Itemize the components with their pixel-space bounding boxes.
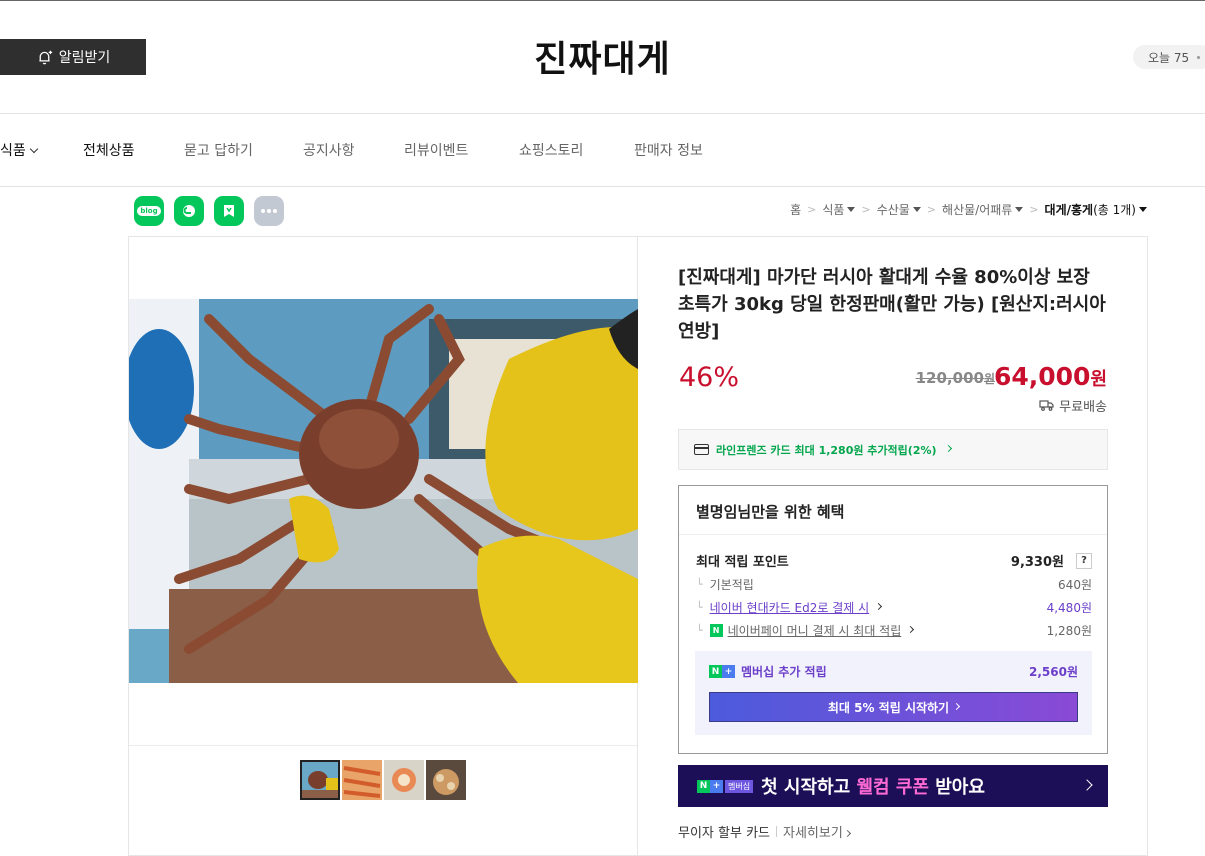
chevron-right-icon bbox=[1081, 779, 1093, 791]
npay-money-link[interactable]: 네이버페이 머니 결제 시 최대 적립 bbox=[728, 622, 902, 639]
product-main-photo[interactable] bbox=[129, 299, 638, 683]
membership-start-button[interactable]: 최대 5% 적립 시작하기 bbox=[709, 692, 1078, 722]
truck-icon bbox=[1039, 400, 1054, 411]
dot-icon bbox=[1197, 55, 1201, 59]
delivery-label: 무료배송 bbox=[1059, 400, 1107, 415]
membership-promo-banner[interactable]: N + 멤버십 첫 시작하고 웰컴 쿠폰 받아요 bbox=[678, 765, 1108, 807]
benefit-title: 별명임님만을 위한 혜택 bbox=[696, 503, 845, 521]
breadcrumb-separator-icon: > bbox=[1029, 203, 1039, 216]
npay-icon: N bbox=[709, 624, 723, 637]
dropdown-icon bbox=[847, 207, 856, 212]
npay-money-row: └ N 네이버페이 머니 결제 시 최대 적립 1,280원 bbox=[696, 622, 1092, 639]
npay-money-value: 1,280원 bbox=[1046, 624, 1092, 638]
cafe-icon bbox=[183, 205, 195, 217]
nav-item-notice[interactable]: 공지사항 bbox=[303, 140, 355, 160]
chevron-right-icon bbox=[875, 602, 883, 611]
more-icon bbox=[261, 209, 277, 213]
product-title: [진짜대게] 마가단 러시아 활대게 수율 80%이상 보장 초특가 30kg … bbox=[678, 267, 1106, 342]
installment-more-link[interactable]: 자세히보기 bbox=[783, 822, 851, 841]
basic-point-label: 기본적립 bbox=[709, 578, 754, 592]
promo-text: 첫 시작하고 웰컴 쿠폰 받아요 bbox=[761, 777, 985, 798]
membership-badge: 멤버십 bbox=[725, 779, 754, 793]
installment-label: 무이자 할부 카드 bbox=[678, 826, 770, 841]
chevron-down-icon bbox=[29, 144, 39, 154]
breadcrumb-separator-icon: > bbox=[861, 203, 871, 216]
breadcrumb-home[interactable]: 홈 bbox=[790, 201, 801, 218]
breadcrumb-seafood[interactable]: 수산물 bbox=[877, 201, 921, 218]
basic-point-row: └ 기본적립 640원 bbox=[696, 576, 1092, 593]
nav-item-food[interactable]: 식품 bbox=[0, 140, 39, 160]
blog-share-button[interactable]: blog bbox=[134, 196, 164, 226]
breadcrumb-shellfish[interactable]: 해산물/어패류 bbox=[942, 201, 1024, 218]
breadcrumb: 홈 > 식품 > 수산물 > 해산물/어패류 > 대게/홍게(총 1개) bbox=[790, 201, 1147, 218]
divider bbox=[776, 826, 777, 837]
store-title[interactable]: 진짜대게 bbox=[0, 30, 1205, 82]
naver-plus-icon: N + bbox=[709, 665, 735, 678]
basic-point-value: 640원 bbox=[1058, 578, 1092, 592]
max-point-value: 9,330원 bbox=[1010, 555, 1064, 570]
membership-box: N + 멤버십 추가 적립 2,560원 최대 5% 적립 시작하기 bbox=[695, 651, 1092, 735]
breadcrumb-separator-icon: > bbox=[807, 203, 817, 216]
thumbnail-4[interactable] bbox=[426, 760, 466, 800]
hyundai-card-value: 4,480원 bbox=[1046, 601, 1092, 615]
naver-plus-icon: N + bbox=[697, 779, 723, 793]
hyundai-card-row: └ 네이버 현대카드 Ed2로 결제 시 4,480원 bbox=[696, 599, 1092, 616]
nav-item-all-products[interactable]: 전체상품 bbox=[83, 140, 135, 160]
thumbnail-list bbox=[300, 760, 466, 800]
card-benefit-text: 라인프렌즈 카드 최대 1,280원 추가적립(2%) bbox=[716, 443, 937, 457]
installment-row: 무이자 할부 카드 자세히보기 bbox=[678, 822, 851, 841]
dropdown-icon bbox=[1015, 207, 1024, 212]
cafe-share-button[interactable] bbox=[174, 196, 204, 226]
header-divider bbox=[0, 113, 1205, 114]
keep-icon bbox=[224, 205, 234, 217]
hyundai-card-link[interactable]: 네이버 현대카드 Ed2로 결제 시 bbox=[710, 599, 870, 616]
dropdown-icon bbox=[1139, 207, 1147, 212]
nav-item-seller-info[interactable]: 판매자 정보 bbox=[634, 140, 703, 160]
elbow-icon: └ bbox=[696, 624, 703, 637]
dropdown-icon bbox=[912, 207, 921, 212]
max-point-label: 최대 적립 포인트 bbox=[696, 555, 789, 570]
chevron-right-icon bbox=[843, 829, 851, 838]
top-border bbox=[0, 0, 1205, 1]
membership-row: N + 멤버십 추가 적립 2,560원 bbox=[709, 663, 1078, 680]
thumbnail-divider bbox=[129, 745, 637, 746]
chevron-right-icon bbox=[907, 625, 915, 634]
benefit-box: 별명임님만을 위한 혜택 최대 적립 포인트 9,330원? └ 기본적립 640… bbox=[678, 485, 1108, 754]
thumbnail-1[interactable] bbox=[300, 760, 340, 800]
sale-price: 64,000원 bbox=[993, 362, 1107, 391]
nav-divider bbox=[0, 186, 1205, 187]
nav-item-shopping-story[interactable]: 쇼핑스토리 bbox=[519, 140, 583, 160]
nav-item-review-event[interactable]: 리뷰이벤트 bbox=[404, 140, 468, 160]
chevron-right-icon bbox=[944, 444, 952, 453]
breadcrumb-food[interactable]: 식품 bbox=[822, 201, 856, 218]
blog-icon: blog bbox=[137, 206, 161, 216]
max-point-row: 최대 적립 포인트 9,330원? bbox=[696, 551, 1092, 570]
original-price: 120,000원 bbox=[915, 369, 995, 387]
elbow-icon: └ bbox=[696, 601, 703, 614]
thumbnail-3[interactable] bbox=[384, 760, 424, 800]
membership-value: 2,560원 bbox=[1029, 665, 1078, 679]
today-visitors: 오늘 75 bbox=[1133, 45, 1205, 69]
help-icon[interactable]: ? bbox=[1076, 552, 1092, 569]
chevron-right-icon bbox=[953, 702, 961, 710]
benefit-divider bbox=[679, 534, 1107, 535]
nav-item-qna[interactable]: 묻고 답하기 bbox=[184, 140, 253, 160]
today-label: 오늘 75 bbox=[1148, 50, 1190, 65]
membership-label: 멤버십 추가 적립 bbox=[741, 665, 827, 679]
thumbnail-2[interactable] bbox=[342, 760, 382, 800]
credit-card-icon bbox=[694, 444, 709, 455]
elbow-icon: └ bbox=[696, 578, 703, 591]
card-benefit-banner[interactable]: 라인프렌즈 카드 최대 1,280원 추가적립(2%) bbox=[678, 429, 1108, 470]
more-share-button[interactable] bbox=[254, 196, 284, 226]
breadcrumb-separator-icon: > bbox=[926, 203, 937, 216]
discount-rate: 46% bbox=[679, 362, 740, 393]
delivery-info: 무료배송 bbox=[1039, 396, 1107, 415]
product-image-panel bbox=[128, 236, 638, 856]
keep-share-button[interactable] bbox=[214, 196, 244, 226]
breadcrumb-current[interactable]: 대게/홍게(총 1개) bbox=[1045, 201, 1147, 218]
category-nav: 식품 전체상품 묻고 답하기 공지사항 리뷰이벤트 쇼핑스토리 판매자 정보 bbox=[0, 140, 1205, 160]
